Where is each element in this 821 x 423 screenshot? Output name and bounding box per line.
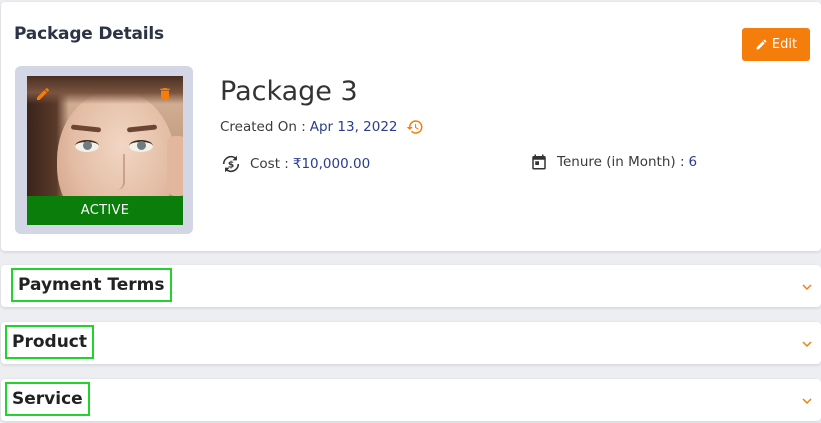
pencil-icon	[756, 39, 767, 50]
edit-button-label: Edit	[771, 37, 798, 52]
created-label: Created On :	[220, 119, 306, 135]
section-label: Service	[5, 382, 90, 416]
svg-text:$: $	[228, 160, 234, 171]
cost-label: Cost :	[250, 156, 289, 172]
section-payment-terms[interactable]: Payment Terms	[1, 265, 821, 307]
package-photo	[27, 76, 183, 196]
created-on: Created On : Apr 13, 2022	[220, 118, 424, 136]
status-badge: ACTIVE	[27, 196, 183, 225]
created-value: Apr 13, 2022	[309, 119, 398, 135]
chevron-down-icon[interactable]	[801, 395, 813, 407]
package-details-card: Package Details Edit ACTIVE Package 3 Cr…	[1, 2, 821, 251]
calendar-icon	[532, 154, 546, 170]
tenure-label: Tenure (in Month) :	[557, 154, 685, 170]
history-icon[interactable]	[406, 118, 424, 136]
card-title: Package Details	[14, 24, 164, 44]
pencil-icon[interactable]	[35, 86, 51, 102]
edit-button[interactable]: Edit	[742, 28, 810, 61]
cost-value: ₹10,000.00	[292, 156, 371, 172]
section-label: Product	[5, 325, 94, 359]
chevron-down-icon[interactable]	[801, 281, 813, 293]
section-product[interactable]: Product	[1, 322, 821, 364]
cost-row: $ Cost : ₹10,000.00	[220, 153, 370, 175]
section-label: Payment Terms	[11, 268, 172, 302]
currency-sync-icon: $	[222, 155, 240, 173]
package-name: Package 3	[220, 76, 358, 107]
chevron-down-icon[interactable]	[801, 338, 813, 350]
tenure-value: 6	[688, 154, 698, 170]
tenure-row: Tenure (in Month) : 6	[530, 153, 697, 171]
package-image-frame: ACTIVE	[15, 66, 193, 234]
trash-icon[interactable]	[157, 86, 173, 102]
section-service[interactable]: Service	[1, 379, 821, 421]
